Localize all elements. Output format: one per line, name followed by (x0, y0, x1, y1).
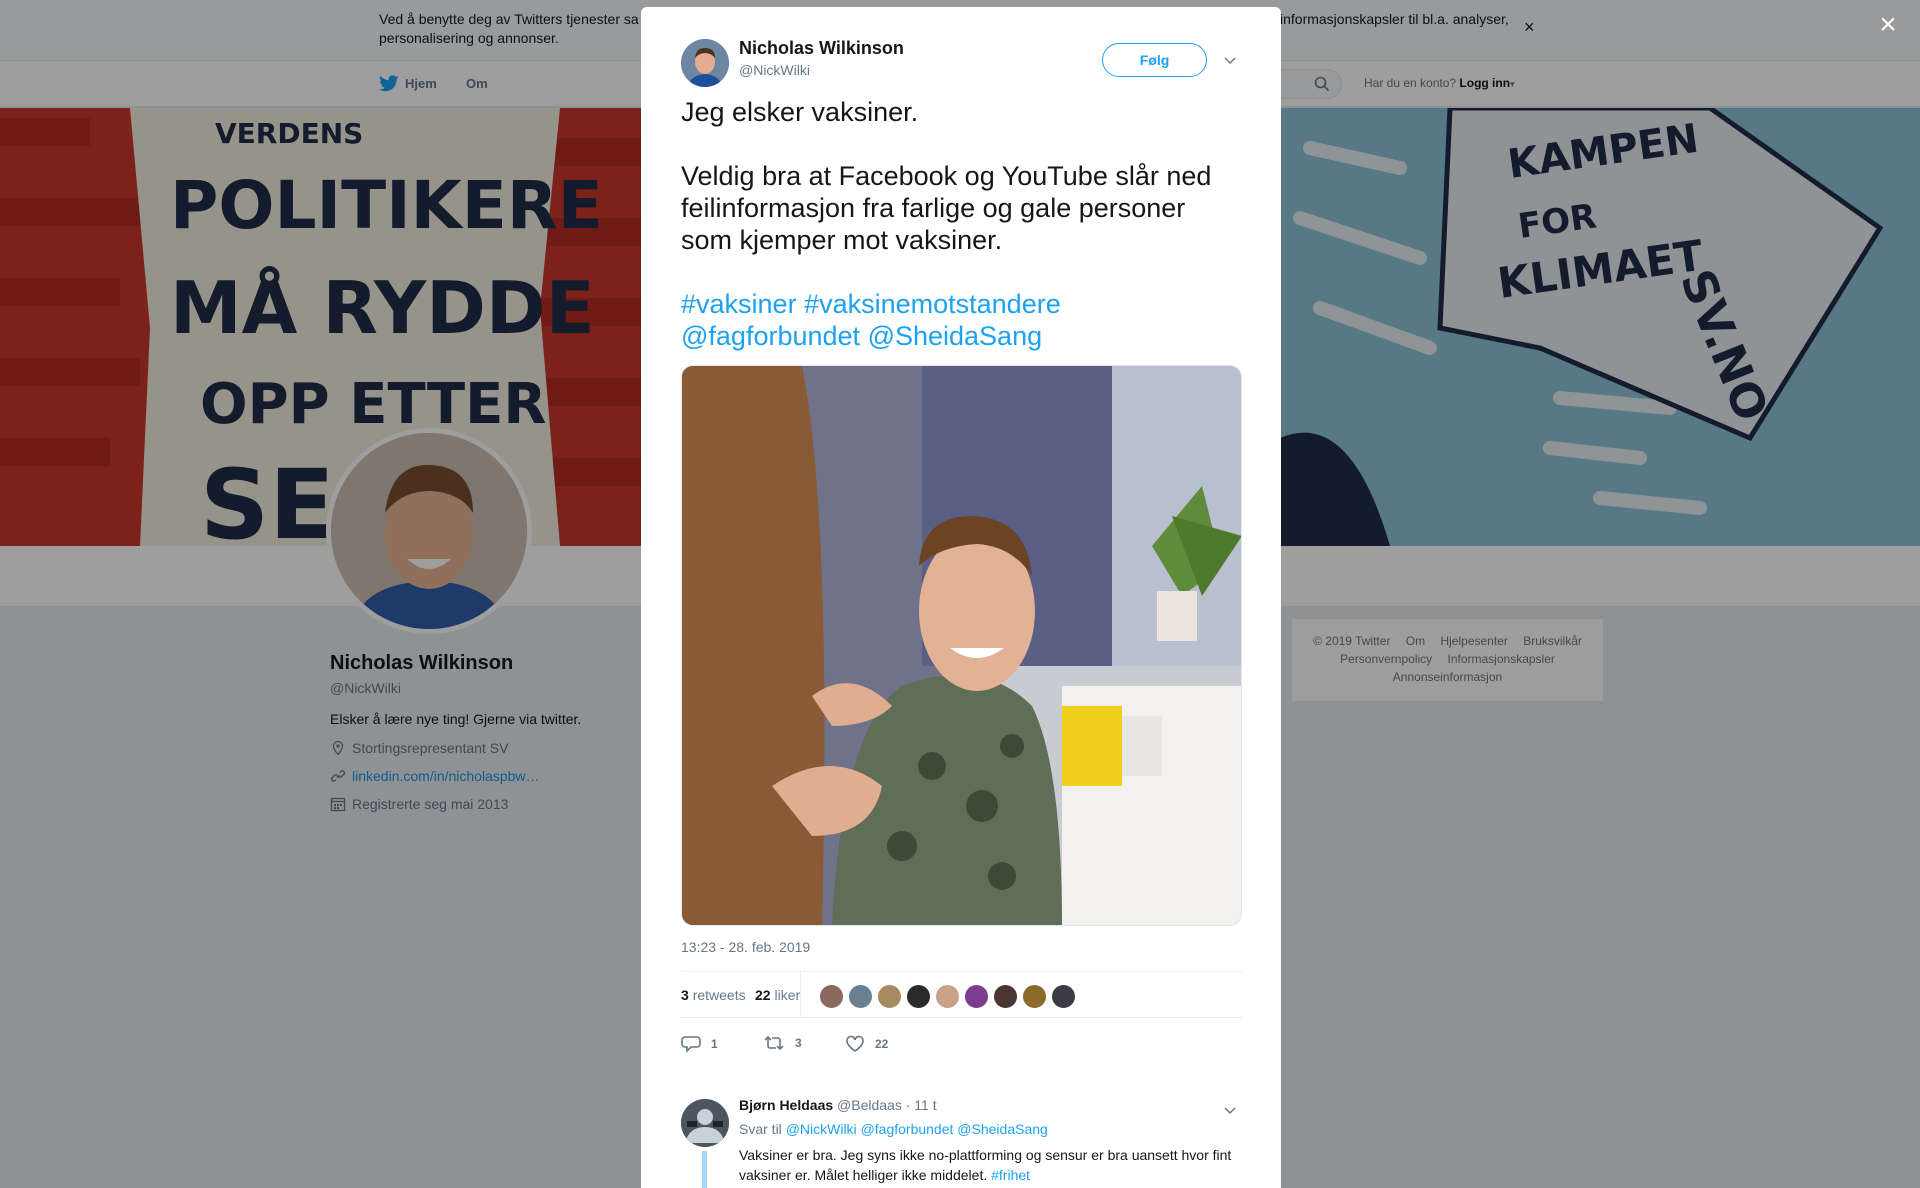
reply-button[interactable]: 1 (681, 1035, 718, 1053)
tweet-modal: Nicholas Wilkinson @NickWilki Følg Jeg e… (641, 7, 1281, 1188)
retweets-stat[interactable]: 3 retweets (681, 987, 746, 1003)
liker-avatar[interactable] (1051, 984, 1076, 1009)
retweet-button[interactable]: 3 (763, 1035, 802, 1051)
hashtag-link[interactable]: #vaksiner (681, 289, 797, 319)
thread-line (702, 1151, 707, 1188)
tweet-timestamp[interactable]: 13:23 - 28. feb. 2019 (681, 939, 810, 955)
liker-avatar[interactable] (906, 984, 931, 1009)
liker-avatar[interactable] (935, 984, 960, 1009)
mention-link[interactable]: @fagforbundet (681, 321, 860, 351)
like-button[interactable]: 22 (845, 1035, 888, 1053)
tweet-stats: 3 retweets 22 liker (681, 971, 1242, 1018)
follow-button[interactable]: Følg (1102, 43, 1207, 77)
mention-link[interactable]: @SheidaSang (868, 321, 1043, 351)
reply-tweet[interactable]: Bjørn Heldaas @Beldaas · 11 t Svar til @… (681, 1089, 1242, 1188)
reply-to: Svar til @NickWilki @fagforbundet @Sheid… (739, 1121, 1048, 1137)
reply-text: Vaksiner er bra. Jeg syns ikke no-plattf… (739, 1147, 1232, 1183)
chevron-down-icon[interactable] (1223, 53, 1237, 67)
liker-avatar[interactable] (993, 984, 1018, 1009)
modal-close-button[interactable]: × (1872, 10, 1904, 42)
likers-avatars (819, 984, 1076, 1009)
likes-stat[interactable]: 22 liker (755, 987, 800, 1003)
tweet-text: Jeg elsker vaksiner. Veldig bra at Faceb… (681, 96, 1241, 352)
chevron-down-icon[interactable] (1223, 1103, 1237, 1117)
liker-avatar[interactable] (1022, 984, 1047, 1009)
tweet-author-name[interactable]: Nicholas Wilkinson (739, 38, 904, 59)
tweet-actions: 1 3 22 (681, 1035, 1242, 1059)
hashtag-link[interactable]: #vaksinemotstandere (804, 289, 1061, 319)
reply-time[interactable]: · 11 t (906, 1097, 937, 1113)
tweet-text-line: Veldig bra at Facebook og YouTube slår n… (681, 161, 1212, 255)
liker-avatar[interactable] (819, 984, 844, 1009)
tweet-photo[interactable] (681, 365, 1242, 926)
mention-link[interactable]: @SheidaSang (957, 1121, 1048, 1137)
heart-icon (846, 1035, 864, 1052)
reply-author-name[interactable]: Bjørn Heldaas (739, 1097, 833, 1113)
liker-avatar[interactable] (964, 984, 989, 1009)
mention-link[interactable]: @NickWilki (786, 1121, 857, 1137)
mention-link[interactable]: @fagforbundet (861, 1121, 954, 1137)
reply-author-handle[interactable]: @Beldaas (837, 1097, 902, 1113)
hashtag-link[interactable]: #frihet (991, 1167, 1030, 1183)
tweet-text-line: Jeg elsker vaksiner. (681, 97, 919, 127)
reply-header: Bjørn Heldaas @Beldaas · 11 t (739, 1097, 937, 1113)
liker-avatar[interactable] (848, 984, 873, 1009)
tweet-tags: #vaksiner #vaksinemotstandere @fagforbun… (681, 288, 1241, 352)
reply-author-avatar[interactable] (681, 1099, 729, 1147)
reply-icon (681, 1036, 701, 1053)
liker-avatar[interactable] (877, 984, 902, 1009)
tweet-author-handle[interactable]: @NickWilki (739, 62, 810, 78)
retweet-icon (764, 1035, 784, 1051)
stats-divider (800, 972, 801, 1017)
tweet-author-avatar[interactable] (681, 39, 729, 87)
